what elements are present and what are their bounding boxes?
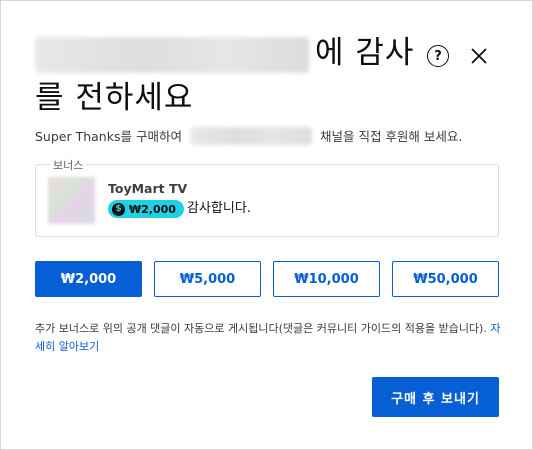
bonus-legend: 보너스 [50, 157, 87, 173]
title-line-1-text: 에 감사 [315, 35, 415, 71]
avatar [48, 177, 95, 224]
coin-icon: $ [112, 202, 125, 216]
buy-and-send-button[interactable]: 구매 후 보내기 [372, 377, 499, 417]
amount-option-50000[interactable]: ₩50,000 [392, 261, 499, 297]
bonus-channel-name: ToyMart TV [108, 181, 188, 196]
amount-option-2000[interactable]: ₩2,000 [35, 261, 142, 297]
super-thanks-dialog: 에 감사 를 전하세요 ? Super Thanks를 구매하여 채널을 직접 … [0, 0, 533, 450]
bonus-message: 감사합니다. [187, 201, 251, 216]
bonus-preview: 보너스 ToyMart TV $ ₩2,000 감사합니다. [35, 157, 499, 237]
description: Super Thanks를 구매하여 채널을 직접 후원해 보세요. [35, 126, 462, 145]
amount-option-5000[interactable]: ₩5,000 [154, 261, 261, 297]
amount-option-10000[interactable]: ₩10,000 [273, 261, 380, 297]
help-icon[interactable]: ? [427, 45, 449, 67]
bonus-note-text: 추가 보너스로 위의 공개 댓글이 자동으로 게시됩니다(댓글은 커뮤니티 가이… [35, 322, 487, 335]
dialog-title: 에 감사 를 전하세요 [35, 31, 415, 121]
title-line-2: 를 전하세요 [35, 80, 194, 116]
channel-name-redacted-inline [189, 126, 312, 145]
amount-options: ₩2,000 ₩5,000 ₩10,000 ₩50,000 [35, 261, 499, 297]
description-prefix: Super Thanks를 구매하여 [35, 129, 182, 144]
bonus-note: 추가 보너스로 위의 공개 댓글이 자동으로 게시됩니다(댓글은 커뮤니티 가이… [35, 320, 505, 356]
amount-chip: $ ₩2,000 [108, 200, 184, 218]
channel-name-redacted [35, 36, 309, 73]
amount-chip-label: ₩2,000 [129, 202, 176, 216]
close-icon[interactable] [467, 44, 491, 68]
description-suffix: 채널을 직접 후원해 보세요. [319, 129, 463, 144]
title-line-1: 에 감사 [35, 31, 415, 76]
